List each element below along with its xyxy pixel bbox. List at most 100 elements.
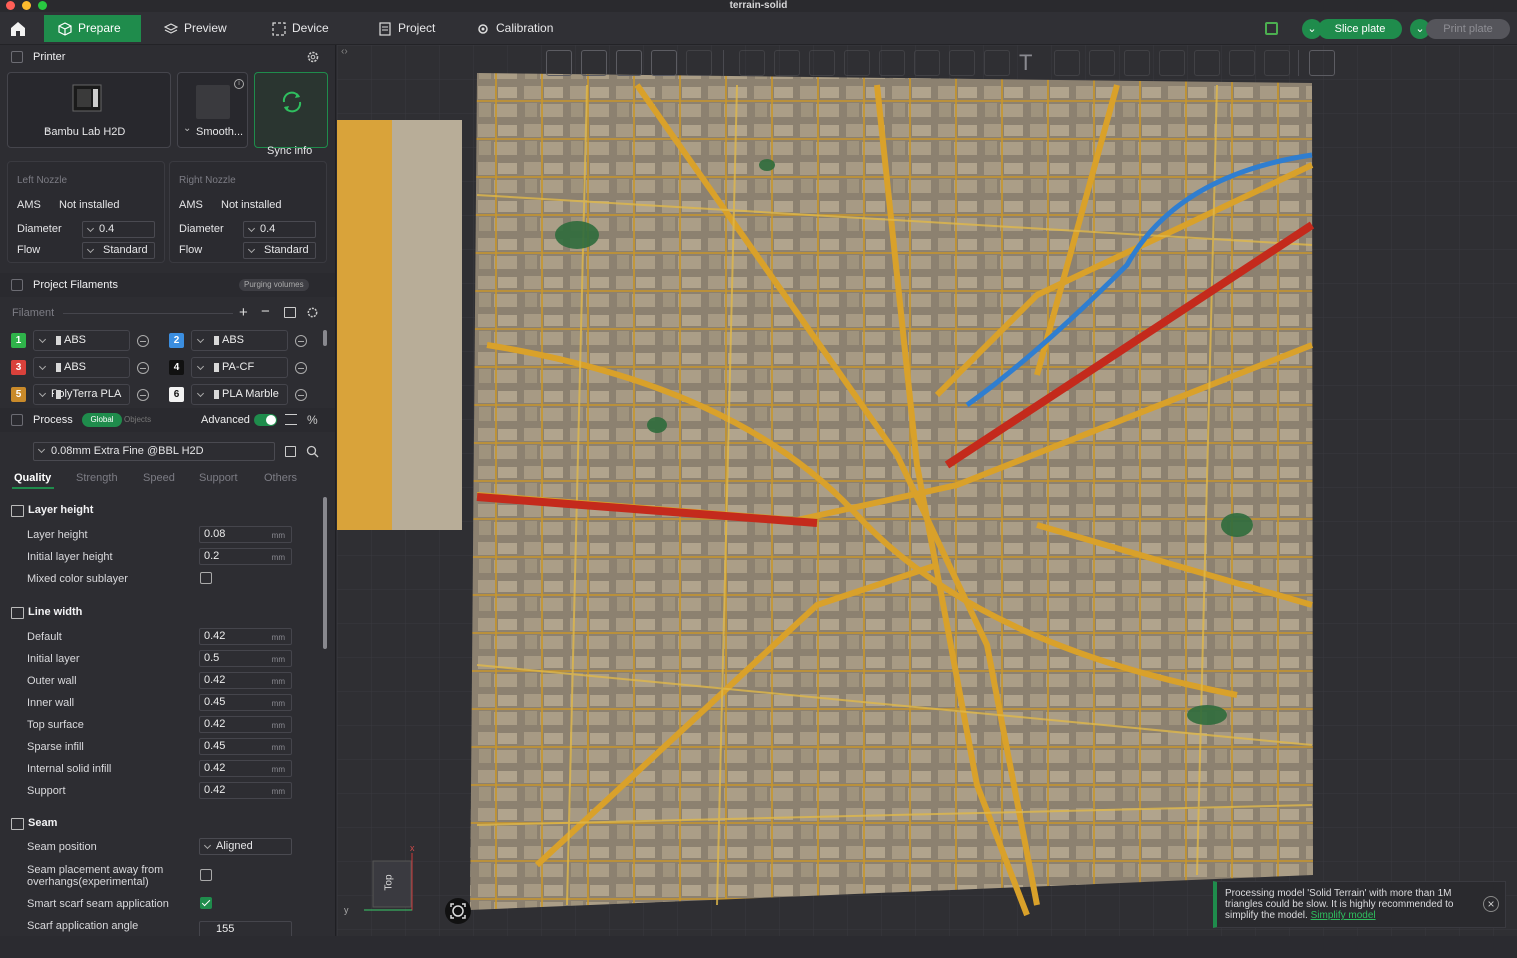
right-diameter-select[interactable]: 0.4: [243, 221, 316, 238]
filament-2-remove-icon[interactable]: [295, 335, 307, 347]
filament-6-select[interactable]: PLA Marble: [191, 384, 288, 405]
line-width-support-input[interactable]: 0.42 mm: [199, 782, 292, 799]
svg-tool-icon[interactable]: [1054, 50, 1080, 76]
add-filament-icon[interactable]: +: [239, 304, 248, 321]
line-width-default-input[interactable]: 0.42 mm: [199, 628, 292, 645]
line-width-initial-layer-input[interactable]: 0.5 mm: [199, 650, 292, 667]
split-icon[interactable]: [686, 50, 712, 76]
sync-info-button[interactable]: Sync info: [254, 72, 328, 157]
sidebar-toggle-icon[interactable]: [1265, 22, 1278, 35]
filament-1-select[interactable]: ABS: [33, 330, 130, 351]
assembly-icon[interactable]: [1124, 50, 1150, 76]
line-width-outer-wall-input[interactable]: 0.42 mm: [199, 672, 292, 689]
tab-device[interactable]: Device: [258, 15, 353, 42]
filament-6-remove-icon[interactable]: [295, 389, 307, 401]
filament-6-number[interactable]: 6: [169, 387, 184, 402]
variable-layer-icon[interactable]: [1159, 50, 1185, 76]
brim-ears-icon[interactable]: [1194, 50, 1220, 76]
axis-gizmo[interactable]: x y Top: [344, 843, 419, 915]
view-toggle-icon[interactable]: [1309, 50, 1335, 76]
filament-4-select[interactable]: PA-CF: [191, 357, 288, 378]
filament-scrollbar[interactable]: [323, 330, 327, 346]
smart-scarf-seam-checkbox[interactable]: [200, 897, 212, 909]
seam-overhang-checkbox[interactable]: [200, 869, 212, 881]
filament-1-number[interactable]: 1: [11, 333, 26, 348]
info-icon[interactable]: i: [234, 79, 244, 89]
color-paint-icon[interactable]: [984, 50, 1010, 76]
rotate-icon[interactable]: [774, 50, 800, 76]
right-flow-select[interactable]: Standard: [243, 242, 316, 259]
seam-paint-icon[interactable]: [1229, 50, 1255, 76]
simplify-model-link[interactable]: Simplify model: [1311, 910, 1376, 921]
close-window-button[interactable]: [6, 1, 15, 10]
scarf-angle-input[interactable]: 155: [199, 921, 292, 936]
remove-filament-icon[interactable]: −: [261, 303, 270, 320]
line-width-sparse-infill-input[interactable]: 0.45 mm: [199, 738, 292, 755]
mixed-color-sublayer-checkbox[interactable]: [200, 572, 212, 584]
filament-4-remove-icon[interactable]: [295, 362, 307, 374]
global-toggle[interactable]: Global: [82, 413, 122, 427]
home-icon[interactable]: [9, 20, 27, 38]
orient-icon[interactable]: [616, 50, 642, 76]
cut-icon[interactable]: [879, 50, 905, 76]
filament-3-number[interactable]: 3: [11, 360, 26, 375]
measure-icon[interactable]: [1089, 50, 1115, 76]
support-paint-icon[interactable]: [949, 50, 975, 76]
zoom-window-button[interactable]: [38, 1, 47, 10]
tab-calibration[interactable]: Calibration: [462, 15, 572, 42]
close-icon[interactable]: ×: [1483, 896, 1499, 912]
tab-prepare[interactable]: Prepare: [44, 15, 141, 42]
tab-preview[interactable]: Preview: [150, 15, 245, 42]
line-width-inner-wall-input[interactable]: 0.45 mm: [199, 694, 292, 711]
filament-5-number[interactable]: 5: [11, 387, 26, 402]
filament-3-select[interactable]: ABS: [33, 357, 130, 378]
3d-viewport[interactable]: T ‹› x y Top: [337, 45, 1517, 936]
filament-4-number[interactable]: 4: [169, 360, 184, 375]
tab-speed[interactable]: Speed: [143, 472, 175, 484]
move-icon[interactable]: [739, 50, 765, 76]
left-flow-select[interactable]: Standard: [82, 242, 155, 259]
fuzzy-skin-icon[interactable]: [1264, 50, 1290, 76]
filament-sync-icon[interactable]: [284, 307, 296, 318]
purging-volumes-button[interactable]: Purging volumes: [239, 279, 309, 291]
tab-project[interactable]: Project: [364, 15, 459, 42]
slice-plate-button[interactable]: Slice plate: [1318, 19, 1402, 39]
filament-settings-gear-icon[interactable]: [306, 306, 319, 319]
text-tool-icon[interactable]: T: [1019, 50, 1045, 76]
collapse-sidebar-icon[interactable]: ‹›: [341, 46, 348, 57]
filament-5-remove-icon[interactable]: [137, 389, 149, 401]
left-diameter-select[interactable]: 0.4: [82, 221, 155, 238]
initial-layer-height-input[interactable]: 0.2 mm: [199, 548, 292, 565]
mesh-boolean-icon[interactable]: [914, 50, 940, 76]
seam-position-select[interactable]: Aligned: [199, 838, 292, 855]
list-view-icon[interactable]: [285, 414, 297, 425]
filament-2-select[interactable]: ABS: [191, 330, 288, 351]
filament-3-remove-icon[interactable]: [137, 362, 149, 374]
line-width-top-surface-input[interactable]: 0.42 mm: [199, 716, 292, 733]
line-width-internal-solid-infill-input[interactable]: 0.42 mm: [199, 760, 292, 777]
compare-icon[interactable]: %: [307, 408, 318, 432]
tab-quality[interactable]: Quality: [14, 472, 51, 484]
tab-support[interactable]: Support: [199, 472, 238, 484]
lay-on-face-icon[interactable]: [844, 50, 870, 76]
settings-scrollbar[interactable]: [323, 497, 327, 649]
printer-select-card[interactable]: Bambu Lab H2D ⌄: [7, 72, 171, 148]
plate-layout-icon[interactable]: [651, 50, 677, 76]
filament-5-select[interactable]: PolyTerra PLA: [33, 384, 130, 405]
minimize-window-button[interactable]: [22, 1, 31, 10]
arrange-grid-icon[interactable]: [581, 50, 607, 76]
filament-1-remove-icon[interactable]: [137, 335, 149, 347]
scale-icon[interactable]: [809, 50, 835, 76]
advanced-switch[interactable]: [254, 414, 277, 426]
tab-others[interactable]: Others: [264, 472, 297, 484]
objects-toggle[interactable]: Objects: [124, 413, 151, 427]
camera-reset-icon[interactable]: [445, 898, 471, 924]
printer-settings-gear-icon[interactable]: [306, 50, 320, 64]
filament-2-number[interactable]: 2: [169, 333, 184, 348]
search-icon[interactable]: [306, 445, 319, 458]
layer-height-input[interactable]: 0.08 mm: [199, 526, 292, 543]
process-preset-select[interactable]: 0.08mm Extra Fine @BBL H2D: [33, 442, 275, 461]
save-preset-icon[interactable]: [285, 446, 296, 457]
plate-select-card[interactable]: i Smooth... ⌄: [177, 72, 248, 148]
add-object-icon[interactable]: [546, 50, 572, 76]
